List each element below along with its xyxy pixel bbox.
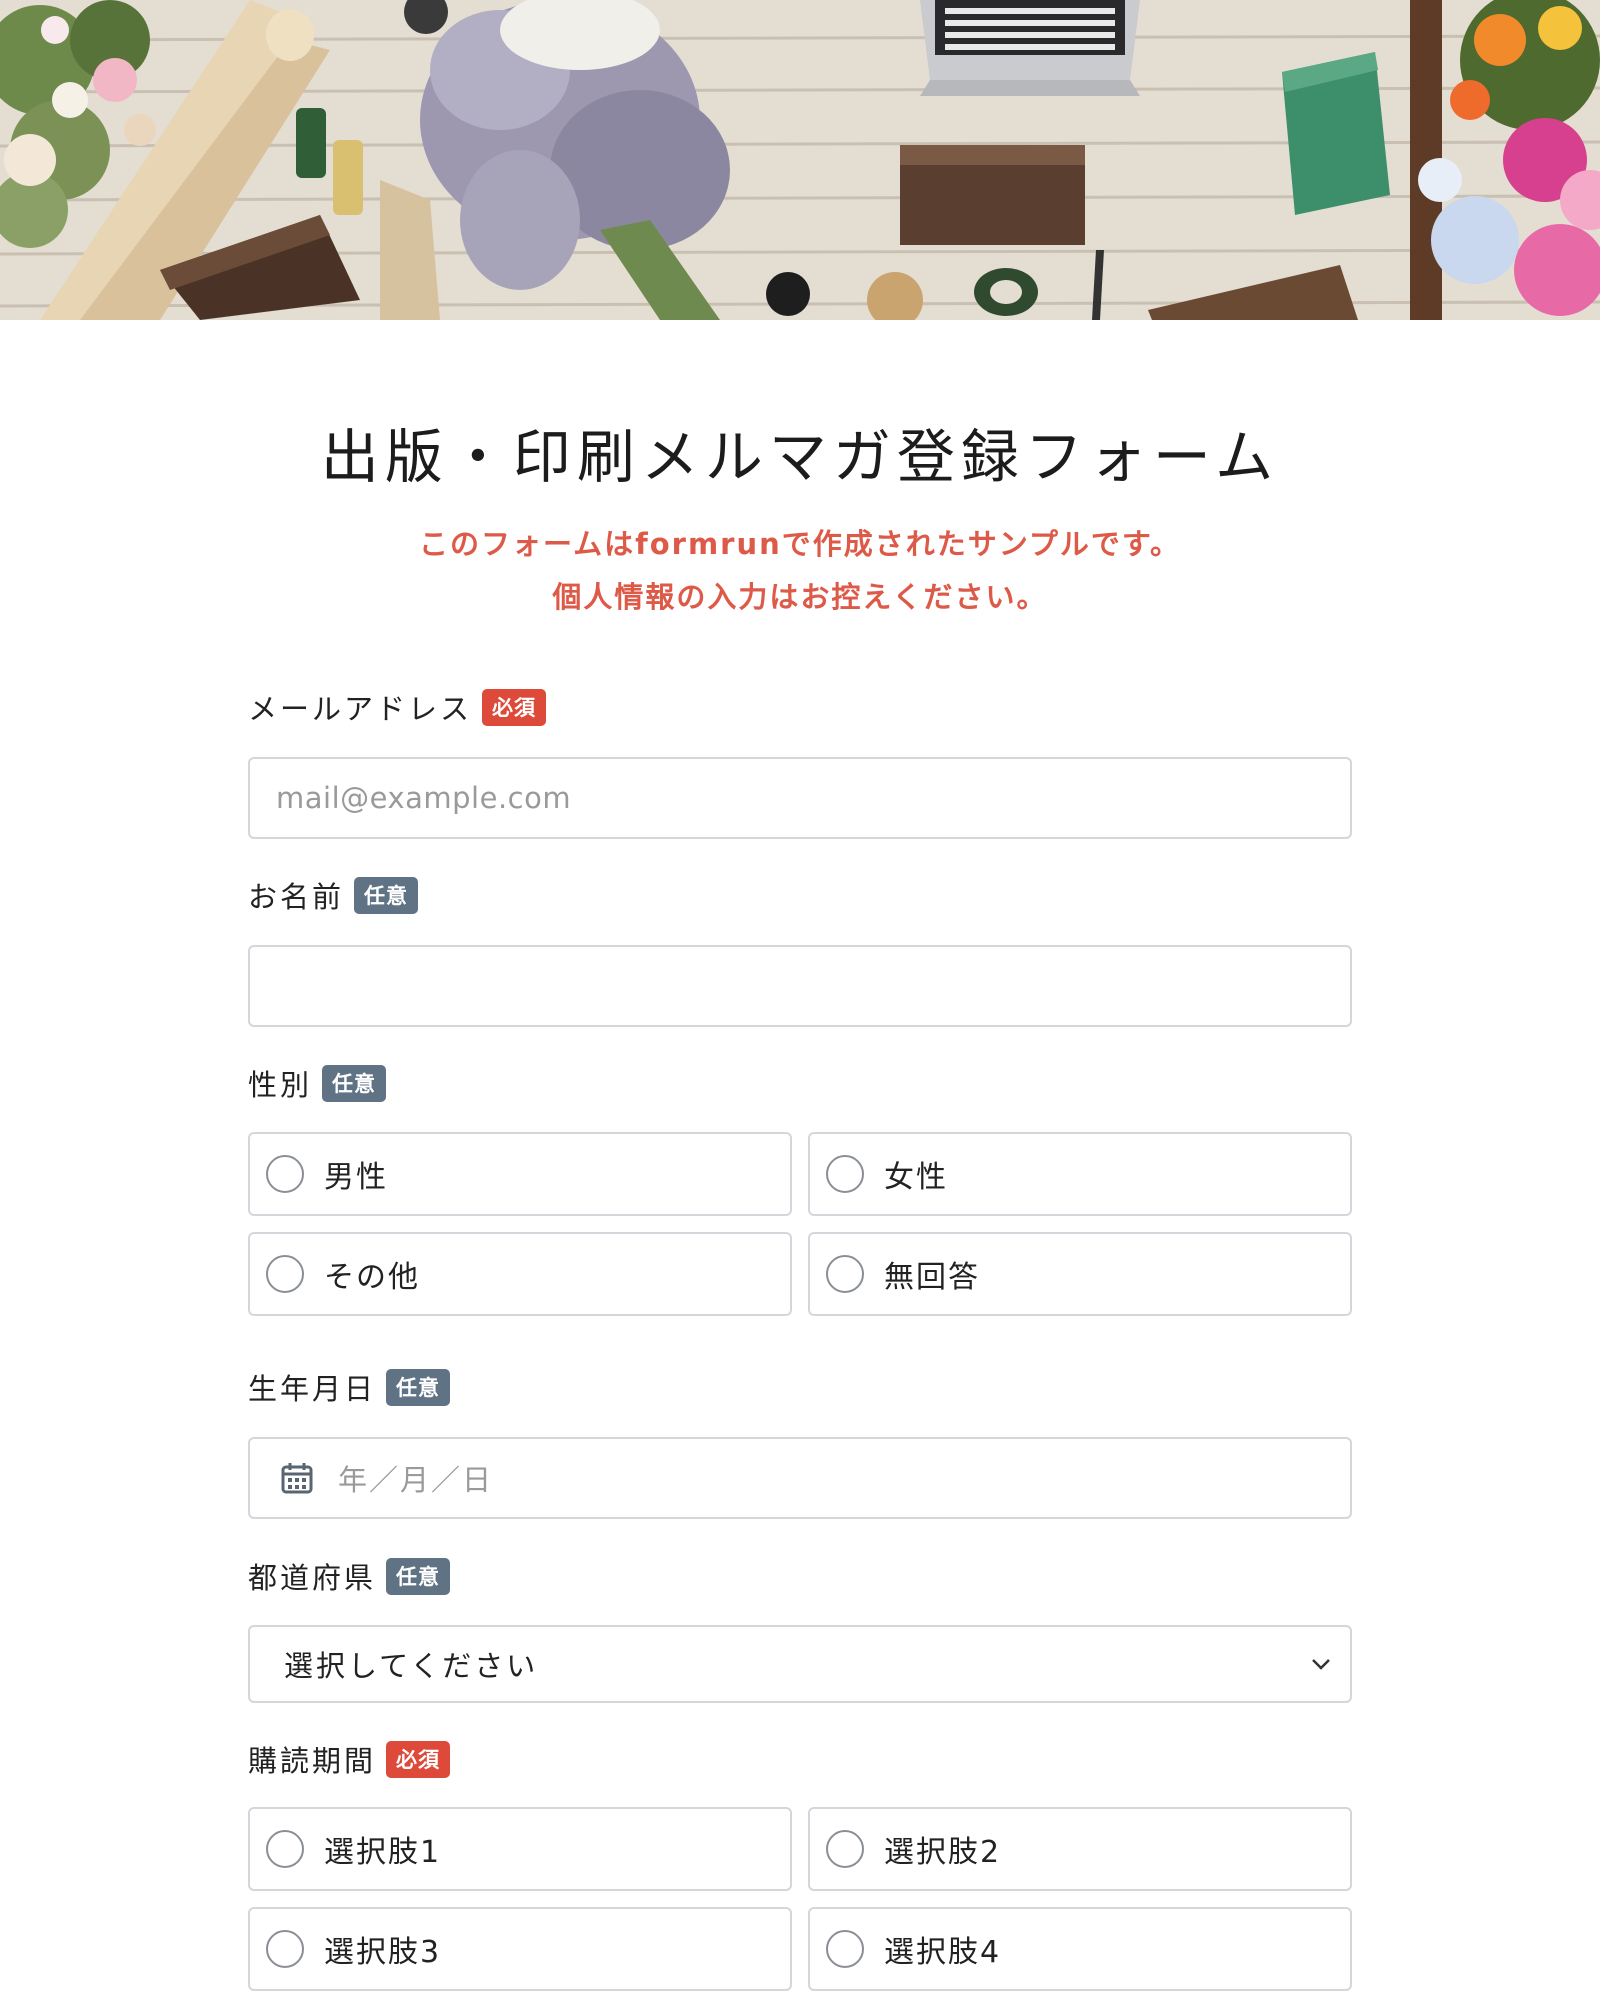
gender-label-text: 性別 xyxy=(248,1068,313,1102)
gender-option-label: その他 xyxy=(324,1260,420,1295)
name-field[interactable] xyxy=(248,945,1352,1027)
optional-badge: 任意 xyxy=(386,1557,451,1595)
gender-option-male[interactable]: 男性 xyxy=(248,1132,792,1216)
optional-badge: 任意 xyxy=(386,1368,451,1406)
calendar-icon[interactable] xyxy=(280,1461,314,1495)
prefecture-selected-value: 選択してください xyxy=(284,1649,539,1683)
header-photo-illustration xyxy=(0,0,1600,320)
period-label-text: 購読期間 xyxy=(248,1744,377,1778)
radio-button[interactable] xyxy=(266,1155,304,1193)
email-field[interactable]: mail@example.com xyxy=(248,757,1352,839)
gender-option-label: 無回答 xyxy=(884,1260,980,1295)
gender-option-label: 男性 xyxy=(324,1160,388,1195)
period-option-1[interactable]: 選択肢1 xyxy=(248,1807,792,1891)
sample-notice-line-1: このフォームはformrunで作成されたサンプルです。 xyxy=(418,527,1181,561)
gender-option-other[interactable]: その他 xyxy=(248,1232,792,1316)
required-badge: 必須 xyxy=(386,1740,451,1778)
chevron-down-icon xyxy=(1310,1657,1332,1671)
radio-button[interactable] xyxy=(826,1930,864,1968)
radio-button[interactable] xyxy=(826,1255,864,1293)
period-option-label: 選択肢2 xyxy=(884,1835,1002,1870)
birthday-placeholder: 年／月／日 xyxy=(338,1463,494,1497)
radio-button[interactable] xyxy=(826,1830,864,1868)
email-label: メールアドレス 必須 xyxy=(248,686,547,728)
birthday-label-text: 生年月日 xyxy=(248,1372,377,1406)
gender-option-no-answer[interactable]: 無回答 xyxy=(808,1232,1352,1316)
gender-label: 性別 任意 xyxy=(248,1062,387,1104)
form-title: 出版・印刷メルマガ登録フォーム xyxy=(320,423,1280,491)
optional-badge: 任意 xyxy=(354,876,419,914)
period-option-2[interactable]: 選択肢2 xyxy=(808,1807,1352,1891)
name-label: お名前 任意 xyxy=(248,874,419,916)
sample-notice: このフォームはformrunで作成されたサンプルです。 個人情報の入力はお控えく… xyxy=(0,518,1600,624)
optional-badge: 任意 xyxy=(322,1064,387,1102)
name-label-text: お名前 xyxy=(248,880,345,914)
prefecture-label: 都道府県 任意 xyxy=(248,1555,451,1597)
period-label: 購読期間 必須 xyxy=(248,1738,451,1780)
radio-button[interactable] xyxy=(266,1930,304,1968)
gender-option-label: 女性 xyxy=(884,1160,948,1195)
birthday-date-field[interactable]: 年／月／日 xyxy=(248,1437,1352,1519)
email-placeholder: mail@example.com xyxy=(276,781,572,815)
period-option-3[interactable]: 選択肢3 xyxy=(248,1907,792,1991)
birthday-label: 生年月日 任意 xyxy=(248,1366,451,1408)
period-option-label: 選択肢1 xyxy=(324,1835,442,1870)
period-option-label: 選択肢3 xyxy=(324,1935,442,1970)
period-option-label: 選択肢4 xyxy=(884,1935,1002,1970)
header-image xyxy=(0,0,1600,320)
sample-notice-line-2: 個人情報の入力はお控えください。 xyxy=(552,580,1048,614)
required-badge: 必須 xyxy=(482,688,547,726)
radio-button[interactable] xyxy=(266,1255,304,1293)
gender-option-female[interactable]: 女性 xyxy=(808,1132,1352,1216)
period-option-4[interactable]: 選択肢4 xyxy=(808,1907,1352,1991)
prefecture-select[interactable]: 選択してください xyxy=(248,1625,1352,1703)
email-label-text: メールアドレス xyxy=(248,692,473,726)
radio-button[interactable] xyxy=(826,1155,864,1193)
prefecture-label-text: 都道府県 xyxy=(248,1561,377,1595)
radio-button[interactable] xyxy=(266,1830,304,1868)
